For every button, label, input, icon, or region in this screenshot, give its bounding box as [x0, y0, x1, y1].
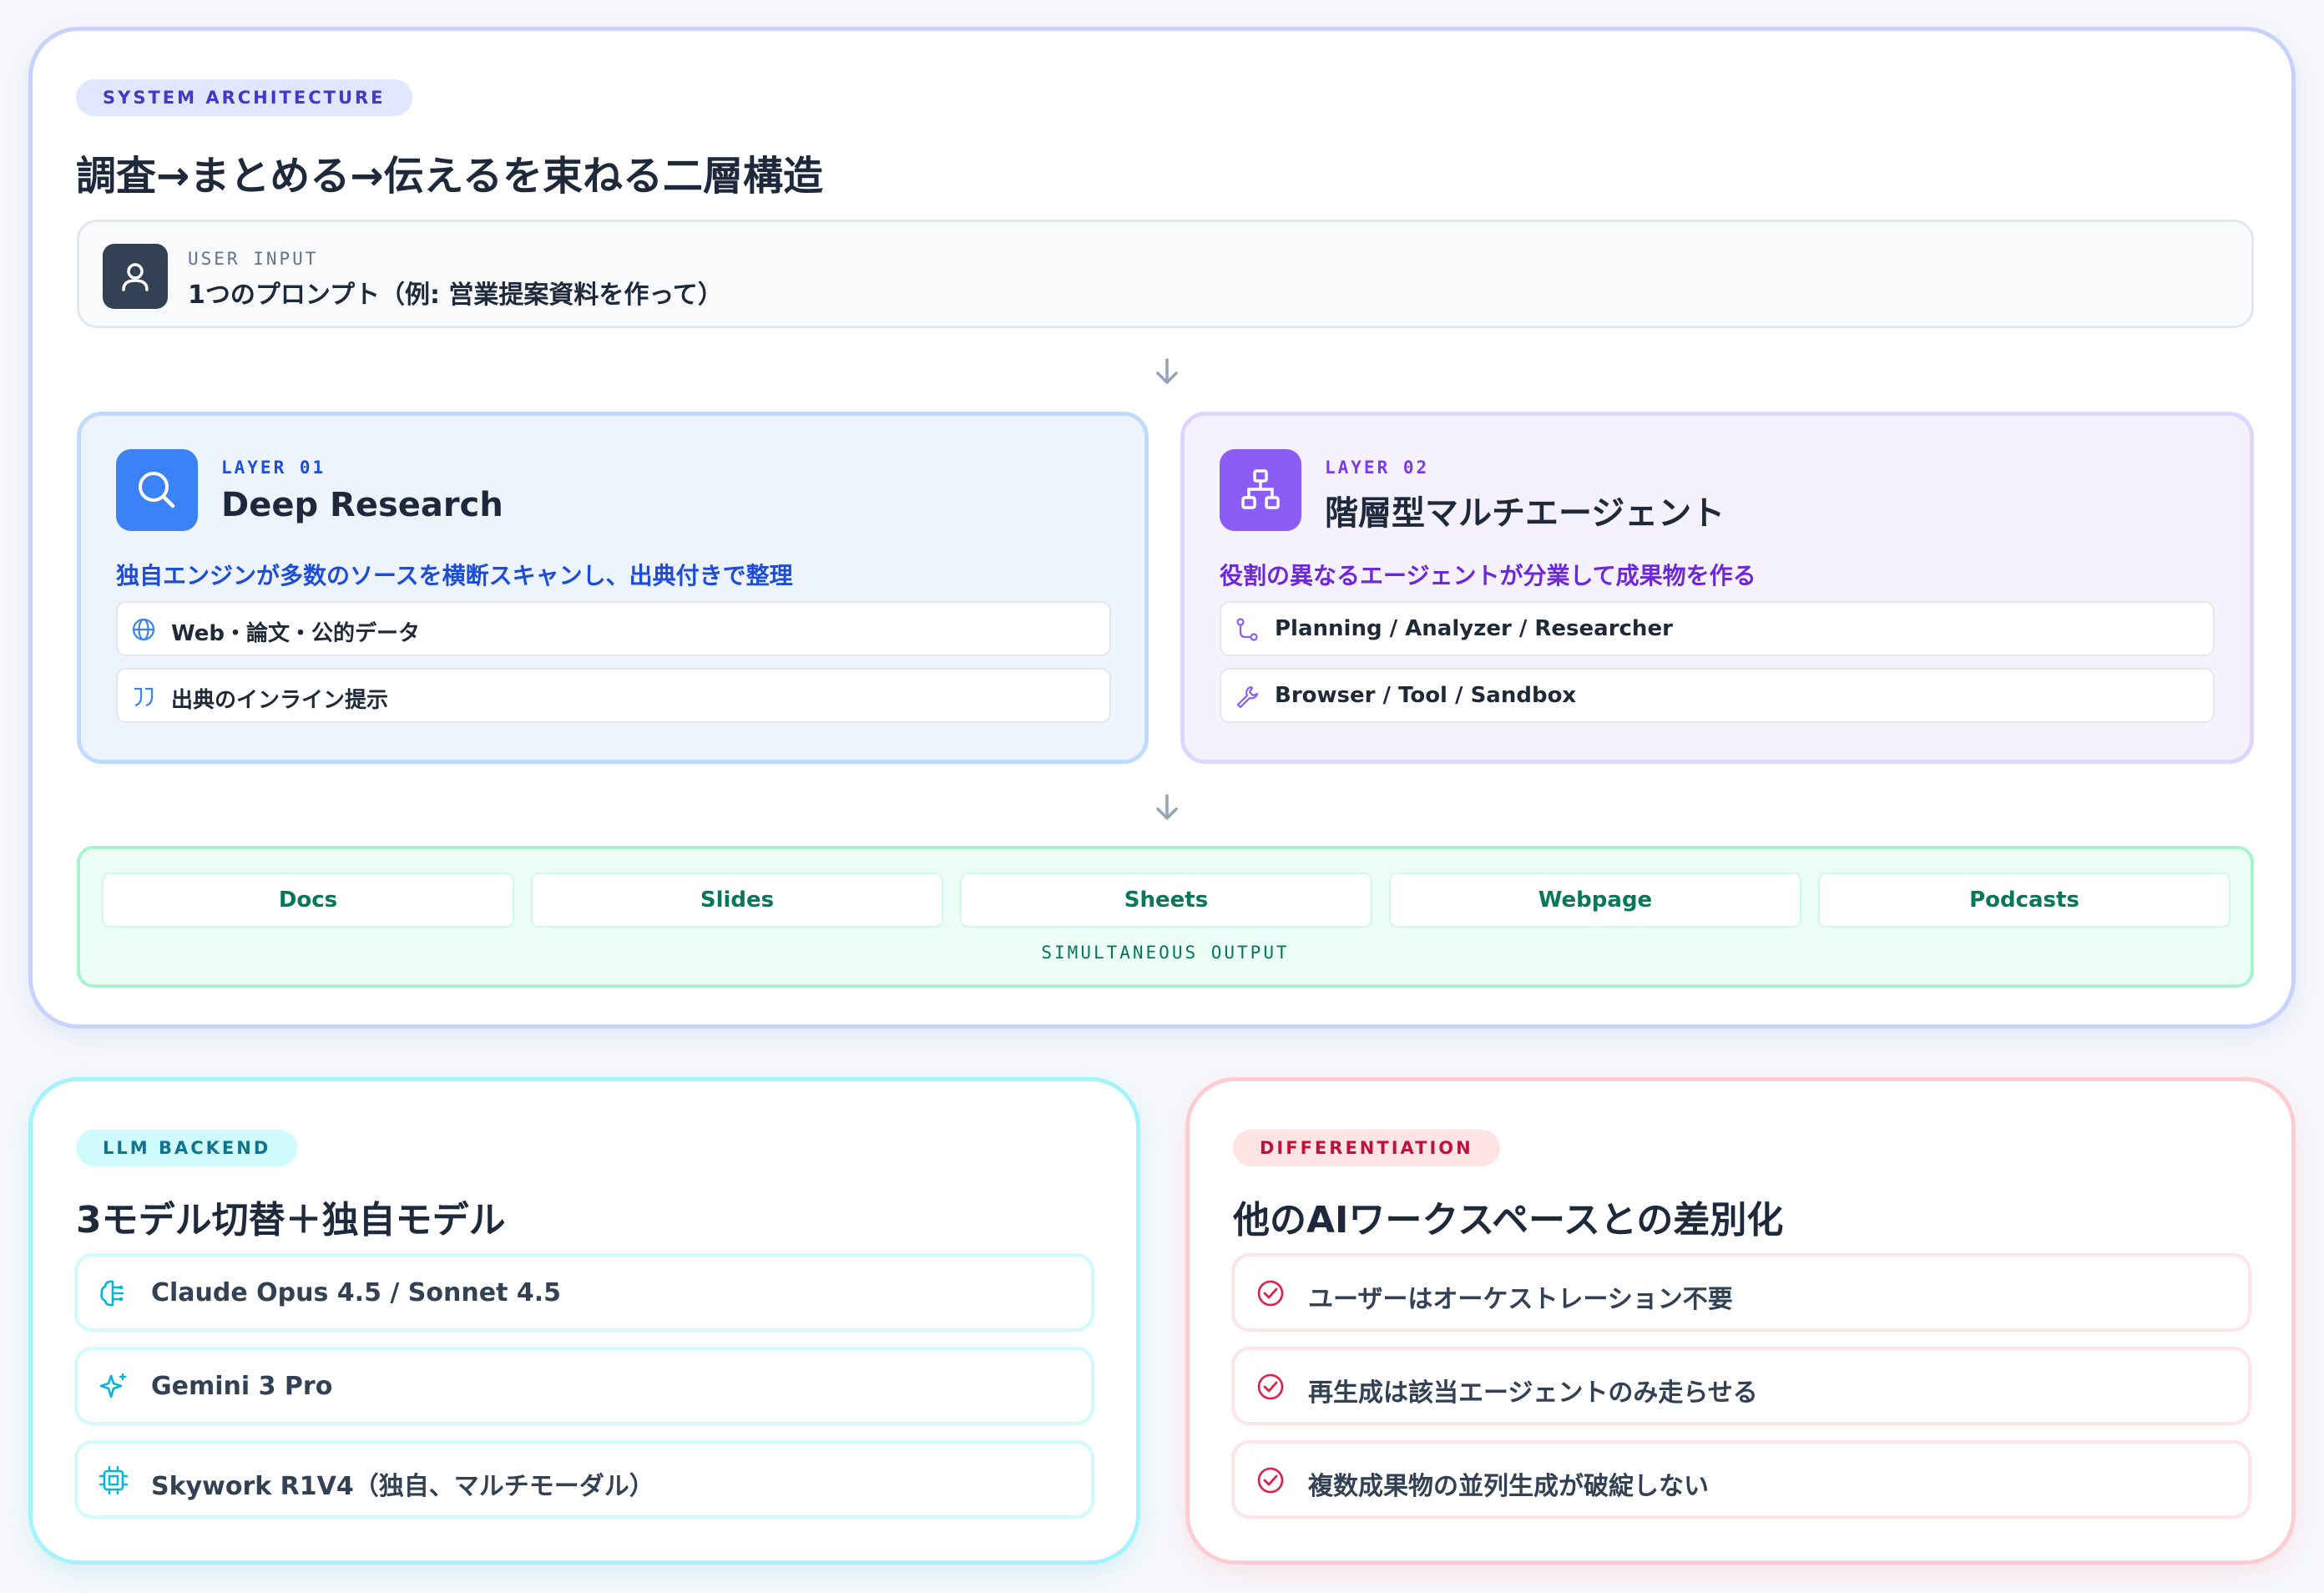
- layer-subtitle: 独自エンジンが多数のソースを横断スキャンし、出典付きで整理: [116, 562, 793, 589]
- layer-item: Browser / Tool / Sandbox: [1220, 668, 2215, 723]
- arrow-down-icon: [1156, 358, 1178, 384]
- list-item-text: 複数成果物の並列生成が破綻しない: [1308, 1472, 1709, 1501]
- layer-item: Planning / Analyzer / Researcher: [1220, 601, 2215, 656]
- list-item-text: 再生成は該当エージェントのみ走らせる: [1308, 1378, 1758, 1408]
- hierarchy-icon: [1220, 449, 1301, 531]
- differentiation-card: DIFFERENTIATION 他のAIワークスペースとの差別化 ユーザーはオー…: [1185, 1077, 2296, 1565]
- list-item-text: Skywork R1V4（独自、マルチモーダル）: [151, 1472, 654, 1501]
- user-input-box: USER INPUT 1つのプロンプト（例: 営業提案資料を作って）: [77, 220, 2254, 328]
- layer-item-text: Browser / Tool / Sandbox: [1275, 683, 1577, 708]
- layer-item-text: Web・論文・公的データ: [171, 621, 420, 646]
- section-badge: SYSTEM ARCHITECTURE: [76, 79, 412, 116]
- list-item: ユーザーはオーケストレーション不要: [1231, 1253, 2251, 1332]
- layer-item-text: 出典のインライン提示: [171, 688, 389, 713]
- section-title: 他のAIワークスペースとの差別化: [1233, 1199, 1784, 1242]
- check-circle-icon: [1257, 1373, 1284, 1400]
- list-item-text: Claude Opus 4.5 / Sonnet 4.5: [151, 1278, 562, 1307]
- check-circle-icon: [1257, 1280, 1284, 1307]
- llm-backend-card: LLM BACKEND 3モデル切替＋独自モデル Claude Opus 4.5…: [28, 1077, 1140, 1565]
- arrow-down-icon: [1156, 794, 1178, 820]
- globe-icon: [132, 618, 155, 641]
- layer-label: LAYER 01: [221, 458, 326, 478]
- search-icon: [116, 449, 198, 531]
- architecture-card: SYSTEM ARCHITECTURE 調査→まとめる→伝えるを束ねる二層構造 …: [28, 27, 2296, 1029]
- output-docs: Docs: [102, 872, 514, 928]
- list-item-text: ユーザーはオーケストレーション不要: [1308, 1285, 1733, 1314]
- page-title: 調査→まとめる→伝えるを束ねる二層構造: [76, 153, 823, 200]
- list-item-text: Gemini 3 Pro: [151, 1372, 333, 1401]
- layer-01-card: LAYER 01 Deep Research 独自エンジンが多数のソースを横断ス…: [77, 412, 1149, 764]
- route-icon: [1236, 618, 1258, 641]
- layer-item: Web・論文・公的データ: [116, 601, 1111, 656]
- list-item: 複数成果物の並列生成が破綻しない: [1231, 1440, 2251, 1519]
- chip-icon: [99, 1465, 129, 1495]
- user-input-text: 1つのプロンプト（例: 営業提案資料を作って）: [188, 281, 723, 310]
- outputs-label: SIMULTANEOUS OUTPUT: [1041, 943, 1290, 963]
- layer-label: LAYER 02: [1325, 458, 1430, 478]
- output-podcasts: Podcasts: [1818, 872, 2231, 928]
- brain-icon: [100, 1280, 124, 1307]
- output-slides: Slides: [531, 872, 943, 928]
- user-icon: [103, 244, 168, 309]
- list-item: Claude Opus 4.5 / Sonnet 4.5: [74, 1253, 1094, 1332]
- list-item: Gemini 3 Pro: [74, 1347, 1094, 1425]
- section-badge: DIFFERENTIATION: [1233, 1130, 1500, 1166]
- user-input-label: USER INPUT: [188, 249, 319, 269]
- section-title: 3モデル切替＋独自モデル: [76, 1199, 506, 1242]
- output-webpage: Webpage: [1389, 872, 1801, 928]
- wrench-icon: [1236, 685, 1259, 709]
- layer-subtitle: 役割の異なるエージェントが分業して成果物を作る: [1220, 562, 1756, 589]
- layer-02-card: LAYER 02 階層型マルチエージェント 役割の異なるエージェントが分業して成…: [1180, 412, 2254, 764]
- layer-item-text: Planning / Analyzer / Researcher: [1275, 616, 1673, 641]
- list-item: 再生成は該当エージェントのみ走らせる: [1231, 1347, 2251, 1425]
- output-sheets: Sheets: [960, 872, 1372, 928]
- layer-title: Deep Research: [221, 486, 503, 524]
- check-circle-icon: [1257, 1467, 1284, 1494]
- section-badge: LLM BACKEND: [76, 1130, 298, 1166]
- quote-icon: [134, 687, 154, 707]
- layer-item: 出典のインライン提示: [116, 668, 1111, 723]
- sparkles-icon: [99, 1373, 127, 1398]
- outputs-box: Docs Slides Sheets Webpage Podcasts SIMU…: [77, 846, 2254, 988]
- list-item: Skywork R1V4（独自、マルチモーダル）: [74, 1440, 1094, 1519]
- layer-title: 階層型マルチエージェント: [1325, 494, 1725, 533]
